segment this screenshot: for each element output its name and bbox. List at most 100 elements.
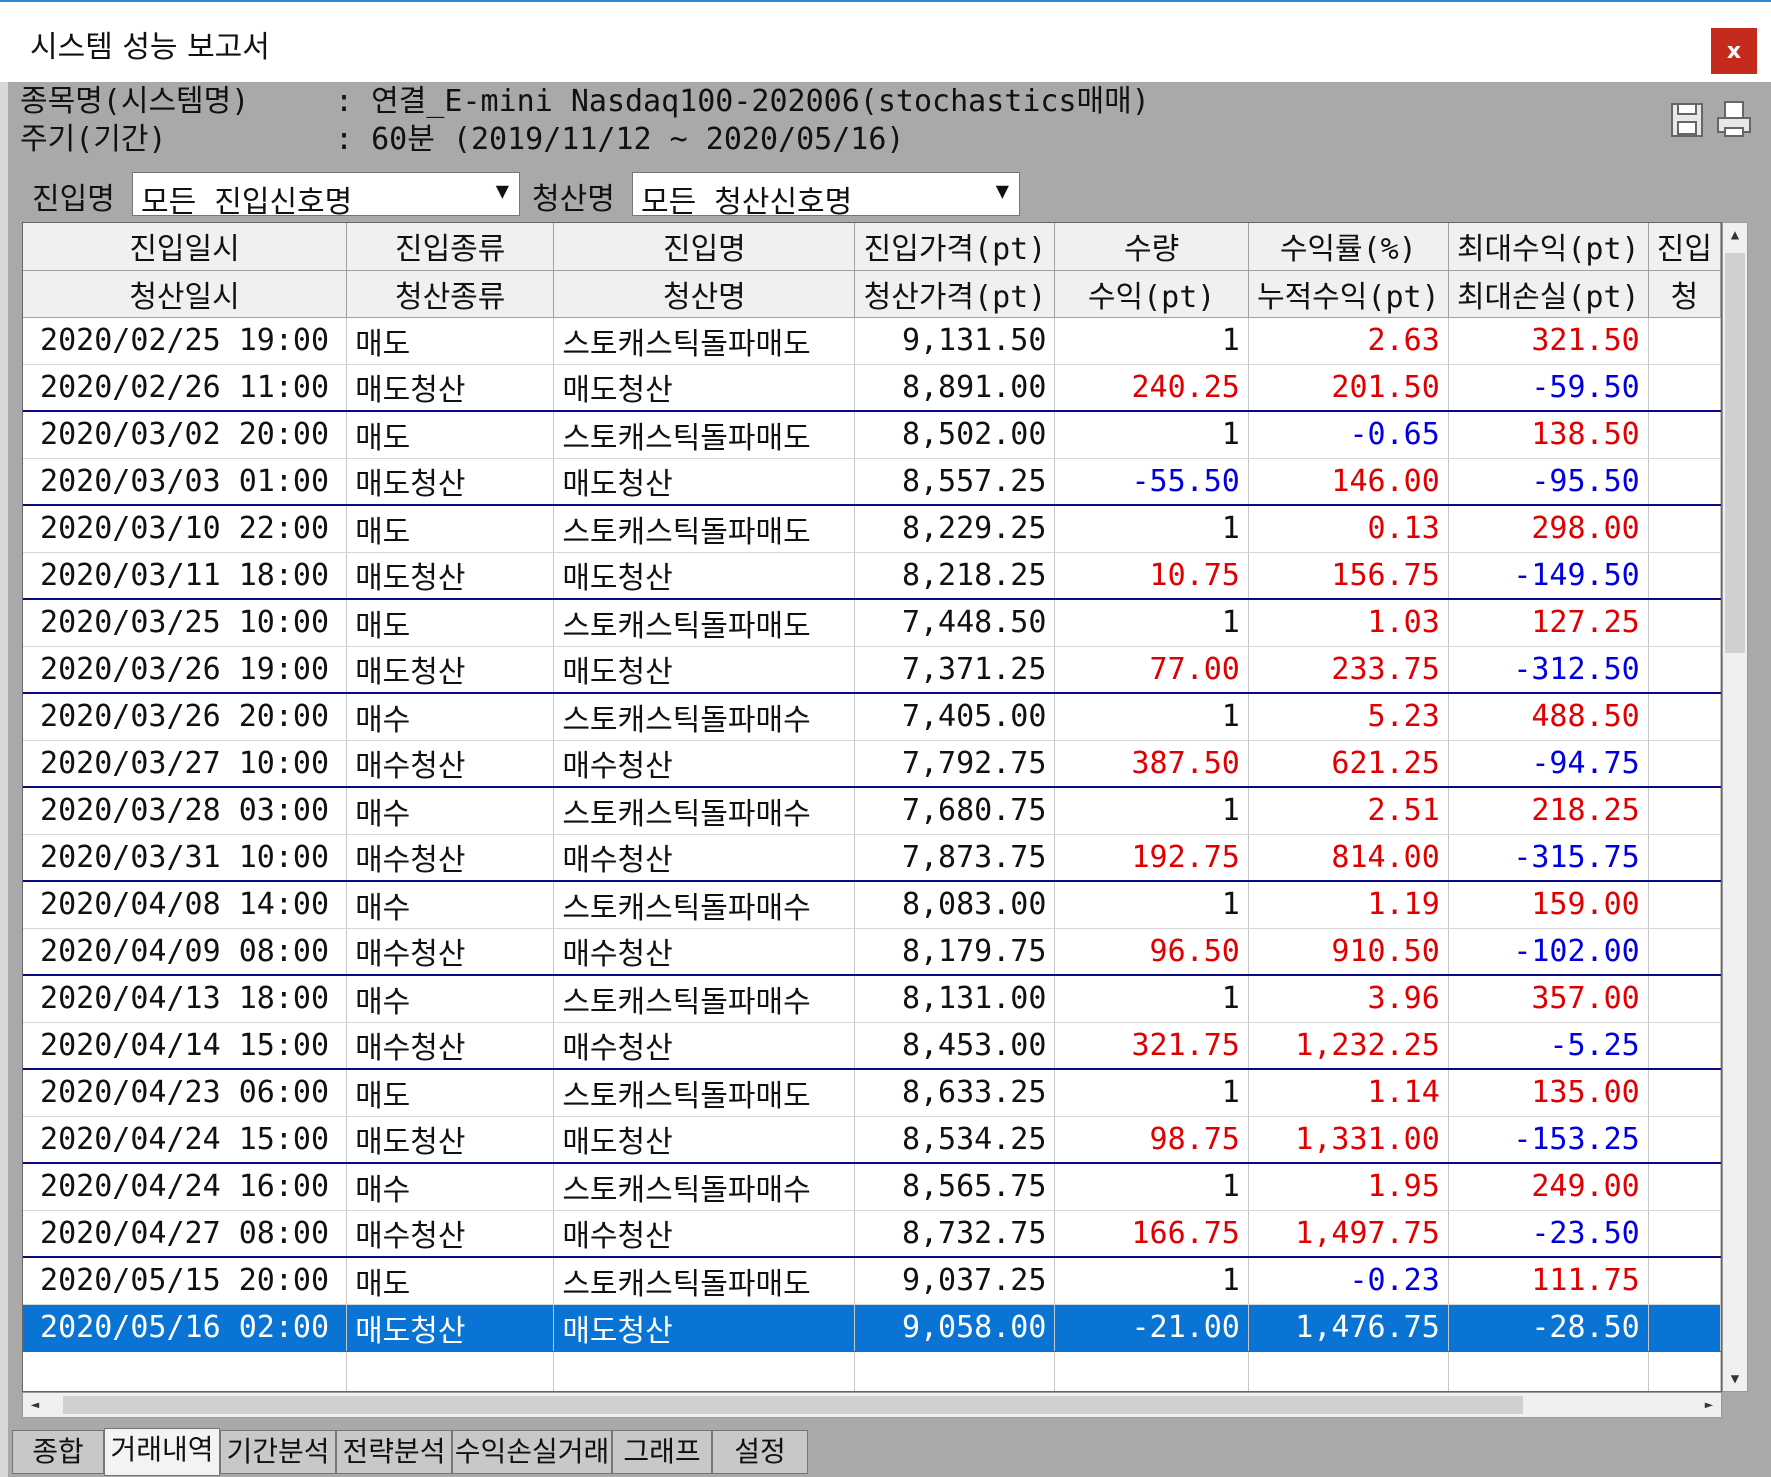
- left-edge: [0, 82, 8, 1477]
- table-row[interactable]: 2020/04/24 16:00 매수 스토캐스틱돌파매수 8,565.75 1 1.95…: [23, 1163, 1721, 1211]
- table-cell: 1: [1054, 505, 1249, 553]
- table-cell: 1,497.75: [1248, 1210, 1449, 1258]
- table-cell: 매수: [346, 975, 555, 1023]
- column-header[interactable]: 청산가격(pt): [854, 270, 1056, 318]
- column-header[interactable]: 청산일시: [23, 270, 348, 318]
- table-cell: 매도: [346, 317, 555, 365]
- table-cell: 8,502.00: [854, 411, 1056, 459]
- table-row[interactable]: 2020/02/26 11:00 매도청산 매도청산 8,891.00 240.25 20…: [23, 364, 1721, 412]
- table-row[interactable]: 2020/03/03 01:00 매도청산 매도청산 8,557.25 -55.50 14…: [23, 458, 1721, 506]
- table-row[interactable]: 2020/02/25 19:00 매도 스토캐스틱돌파매도 9,131.50 1 2.63…: [23, 317, 1721, 365]
- table-cell: 8,557.25: [854, 458, 1056, 506]
- column-header[interactable]: 청: [1648, 270, 1721, 318]
- entry-filter-select[interactable]: 모든 진입신호명 ▼: [132, 172, 520, 220]
- chevron-down-icon: ▼: [995, 179, 1009, 204]
- table-cell: 1.03: [1248, 599, 1449, 647]
- exit-filter-select[interactable]: 모든 청산신호명 ▼: [632, 172, 1020, 220]
- scroll-right-icon[interactable]: ►: [1697, 1393, 1721, 1417]
- close-button[interactable]: x: [1711, 28, 1757, 74]
- table-cell: 1.14: [1248, 1069, 1449, 1117]
- table-cell: 8,633.25: [854, 1069, 1056, 1117]
- table-row[interactable]: 2020/04/23 06:00 매도 스토캐스틱돌파매도 8,633.25 1 1.14…: [23, 1069, 1721, 1117]
- table-cell: 스토캐스틱돌파매수: [553, 1163, 856, 1211]
- scroll-down-icon[interactable]: ▼: [1723, 1367, 1747, 1391]
- table-cell: 321.75: [1054, 1022, 1249, 1070]
- table-cell: 2.63: [1248, 317, 1449, 365]
- vertical-scrollbar[interactable]: ▲ ▼: [1722, 222, 1748, 1392]
- table-row[interactable]: 2020/05/15 20:00 매도 스토캐스틱돌파매도 9,037.25 1 -0.2…: [23, 1257, 1721, 1305]
- table-cell: 매수청산: [346, 740, 555, 788]
- horizontal-scrollbar[interactable]: ◄ ►: [22, 1392, 1722, 1418]
- table-cell: -95.50: [1448, 458, 1649, 506]
- table-cell: 매도청산: [346, 1304, 555, 1352]
- title-bar[interactable]: 시스템 성능 보고서 x: [0, 0, 1771, 82]
- table-cell: -59.50: [1448, 364, 1649, 412]
- table-cell: 스토캐스틱돌파매도: [553, 317, 856, 365]
- column-header[interactable]: 최대수익(pt): [1448, 223, 1649, 271]
- trade-table[interactable]: 진입일시 진입종류 진입명 진입가격(pt) 수량 수익률(%) 최대수익(pt) 진입청산일…: [22, 222, 1722, 1392]
- table-cell: 2020/04/09 08:00: [23, 928, 348, 976]
- tab-3[interactable]: 전략분석: [336, 1430, 452, 1474]
- table-cell: 488.50: [1448, 693, 1649, 741]
- table-cell: 156.75: [1248, 552, 1449, 600]
- table-cell: 매도: [346, 411, 555, 459]
- tab-4[interactable]: 수익손실거래: [452, 1430, 612, 1474]
- table-cell: 매도: [346, 505, 555, 553]
- scroll-up-icon[interactable]: ▲: [1723, 223, 1747, 247]
- tab-1[interactable]: 거래내역: [104, 1428, 220, 1476]
- table-cell: 매수청산: [346, 928, 555, 976]
- column-header[interactable]: 최대손실(pt): [1448, 270, 1649, 318]
- table-row[interactable]: 2020/03/27 10:00 매수청산 매수청산 7,792.75 387.50 62…: [23, 740, 1721, 788]
- scroll-thumb[interactable]: [63, 1396, 1523, 1414]
- save-icon[interactable]: [1670, 100, 1704, 138]
- column-header[interactable]: 수익률(%): [1248, 223, 1449, 271]
- column-header[interactable]: 진입종류: [346, 223, 555, 271]
- table-cell: 1,476.75: [1248, 1304, 1449, 1352]
- table-cell: [854, 1351, 1056, 1391]
- table-row[interactable]: 2020/03/25 10:00 매도 스토캐스틱돌파매도 7,448.50 1 1.03…: [23, 599, 1721, 647]
- table-row[interactable]: 2020/03/11 18:00 매도청산 매도청산 8,218.25 10.75 156…: [23, 552, 1721, 600]
- table-cell: -23.50: [1448, 1210, 1649, 1258]
- table-cell: 1: [1054, 693, 1249, 741]
- table-cell: 7,680.75: [854, 787, 1056, 835]
- column-header[interactable]: 청산명: [553, 270, 856, 318]
- column-header[interactable]: 수익(pt): [1054, 270, 1249, 318]
- table-row[interactable]: 2020/05/16 02:00 매도청산 매도청산 9,058.00 -21.00 1,…: [23, 1304, 1721, 1352]
- table-row[interactable]: 2020/04/09 08:00 매수청산 매수청산 8,179.75 96.50 910…: [23, 928, 1721, 976]
- table-cell: 매도청산: [553, 458, 856, 506]
- column-header[interactable]: 진입일시: [23, 223, 348, 271]
- table-row[interactable]: 2020/04/08 14:00 매수 스토캐스틱돌파매수 8,083.00 1 1.19…: [23, 881, 1721, 929]
- period-value: : 60분 (2019/11/12 ~ 2020/05/16): [335, 122, 905, 157]
- column-header[interactable]: 청산종류: [346, 270, 555, 318]
- table-row[interactable]: 2020/03/28 03:00 매수 스토캐스틱돌파매수 7,680.75 1 2.51…: [23, 787, 1721, 835]
- tab-6[interactable]: 설정: [712, 1430, 808, 1474]
- column-header[interactable]: 수량: [1054, 223, 1249, 271]
- column-header[interactable]: 진입가격(pt): [854, 223, 1056, 271]
- table-row[interactable]: 2020/03/26 20:00 매수 스토캐스틱돌파매수 7,405.00 1 5.23…: [23, 693, 1721, 741]
- column-header[interactable]: 진입명: [553, 223, 856, 271]
- table-cell: 2020/05/15 20:00: [23, 1257, 348, 1305]
- column-header[interactable]: 진입: [1648, 223, 1721, 271]
- table-row[interactable]: 2020/04/24 15:00 매도청산 매도청산 8,534.25 98.75 1,3…: [23, 1116, 1721, 1164]
- table-row[interactable]: 2020/03/10 22:00 매도 스토캐스틱돌파매도 8,229.25 1 0.13…: [23, 505, 1721, 553]
- print-icon[interactable]: [1716, 100, 1751, 138]
- tab-5[interactable]: 그래프: [612, 1430, 712, 1474]
- table-row[interactable]: 2020/04/27 08:00 매수청산 매수청산 8,732.75 166.75 1,…: [23, 1210, 1721, 1258]
- table-row[interactable]: 2020/03/02 20:00 매도 스토캐스틱돌파매도 8,502.00 1 -0.6…: [23, 411, 1721, 459]
- table-cell: 7,448.50: [854, 599, 1056, 647]
- table-row[interactable]: 2020/03/26 19:00 매도청산 매도청산 7,371.25 77.00 233…: [23, 646, 1721, 694]
- table-cell: 7,873.75: [854, 834, 1056, 882]
- table-cell: 2020/04/23 06:00: [23, 1069, 348, 1117]
- table-row[interactable]: 2020/04/14 15:00 매수청산 매수청산 8,453.00 321.75 1,…: [23, 1022, 1721, 1070]
- table-row[interactable]: 2020/04/13 18:00 매수 스토캐스틱돌파매수 8,131.00 1 3.96…: [23, 975, 1721, 1023]
- table-row[interactable]: 2020/03/31 10:00 매수청산 매수청산 7,873.75 192.75 81…: [23, 834, 1721, 882]
- tab-2[interactable]: 기간분석: [220, 1430, 336, 1474]
- table-cell: [1648, 364, 1721, 412]
- table-cell: 2.51: [1248, 787, 1449, 835]
- exit-filter-value: 모든 청산신호명: [641, 185, 853, 220]
- table-cell: 321.50: [1448, 317, 1649, 365]
- scroll-left-icon[interactable]: ◄: [23, 1393, 47, 1417]
- column-header[interactable]: 누적수익(pt): [1248, 270, 1449, 318]
- scroll-thumb[interactable]: [1725, 253, 1745, 653]
- tab-0[interactable]: 종합: [12, 1430, 104, 1474]
